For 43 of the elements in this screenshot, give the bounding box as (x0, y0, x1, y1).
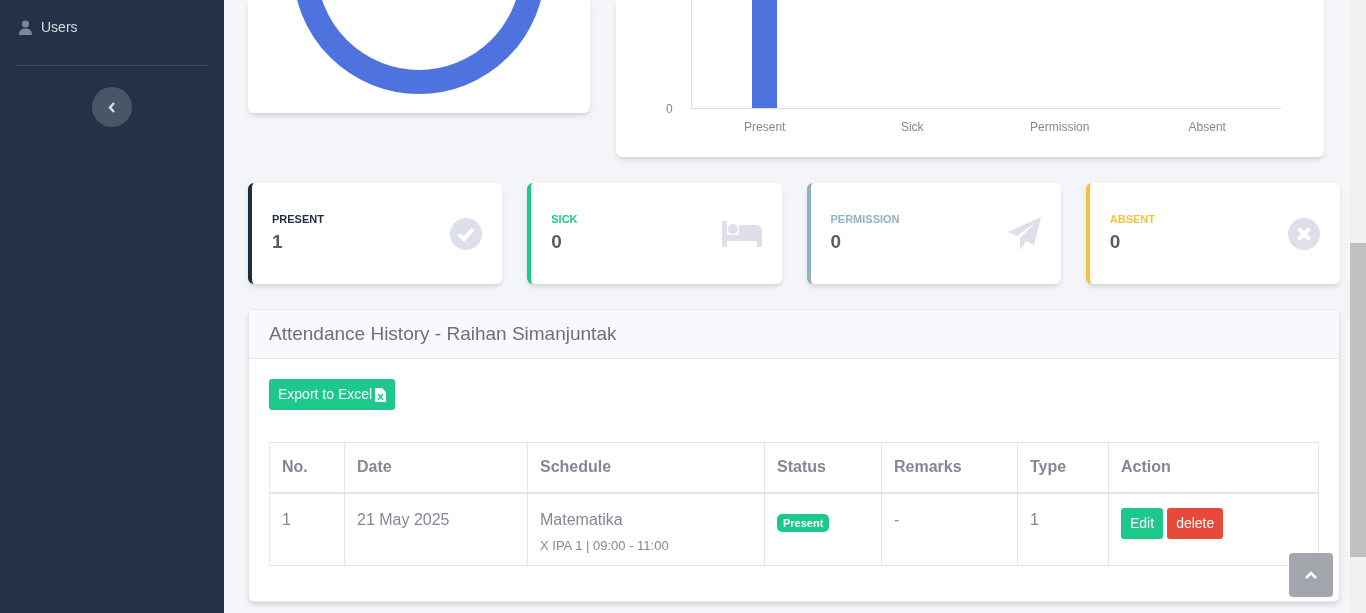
edit-button[interactable]: Edit (1121, 507, 1164, 539)
collapse-sidebar-button[interactable] (92, 87, 132, 127)
column-header: Date (344, 442, 528, 493)
table-cell: 21 May 2025 (344, 492, 528, 566)
column-header: Status (764, 442, 882, 493)
column-header: Action (1108, 442, 1319, 493)
stat-label: PERMISSION (830, 212, 900, 227)
chevron-left-icon (108, 101, 116, 113)
scroll-to-top-button[interactable] (1289, 553, 1333, 597)
column-header: Remarks (881, 442, 1018, 493)
export-button[interactable]: Export to Excel (269, 379, 396, 410)
axis-tick-label: 0 (666, 101, 673, 118)
stat-label: PRESENT (272, 212, 324, 227)
bed-icon (721, 220, 762, 247)
stat-value: 0 (551, 229, 563, 254)
axis-category-label: Absent (1188, 119, 1226, 136)
column-header: Type (1017, 442, 1109, 493)
sidebar-item[interactable]: Users (16, 0, 208, 55)
table-cell: - (881, 492, 1018, 566)
delete-button[interactable]: delete (1167, 507, 1224, 539)
table-cell: 1 (1017, 492, 1109, 566)
chevron-up-icon (1305, 571, 1317, 579)
column-header: No. (269, 442, 345, 493)
stat-label: ABSENT (1109, 212, 1155, 227)
paper-plane-icon (1007, 217, 1041, 250)
stat-value: 0 (1109, 229, 1122, 254)
axis-category-label: Permission (1030, 119, 1090, 136)
table-cell: 1 (269, 492, 345, 566)
excel-file-icon (375, 387, 387, 402)
stat-value: 1 (272, 229, 284, 254)
schedule-detail: X IPA 1 | 09:00 - 11:00 (540, 536, 670, 555)
axis-category-label: Sick (900, 119, 924, 136)
user-icon (19, 20, 32, 35)
status-badge: Present (777, 513, 830, 532)
column-header: Schedule (527, 442, 765, 493)
scrollbar-thumb[interactable] (1350, 243, 1366, 557)
card-title: Attendance History - Raihan Simanjuntak (269, 321, 617, 346)
schedule-name: Matematika (540, 509, 624, 530)
axis-category-label: Present (744, 119, 786, 136)
stat-label: SICK (551, 212, 578, 227)
check-circle-icon (450, 217, 483, 250)
stat-value: 0 (830, 229, 843, 254)
cross-circle-icon (1288, 217, 1320, 250)
